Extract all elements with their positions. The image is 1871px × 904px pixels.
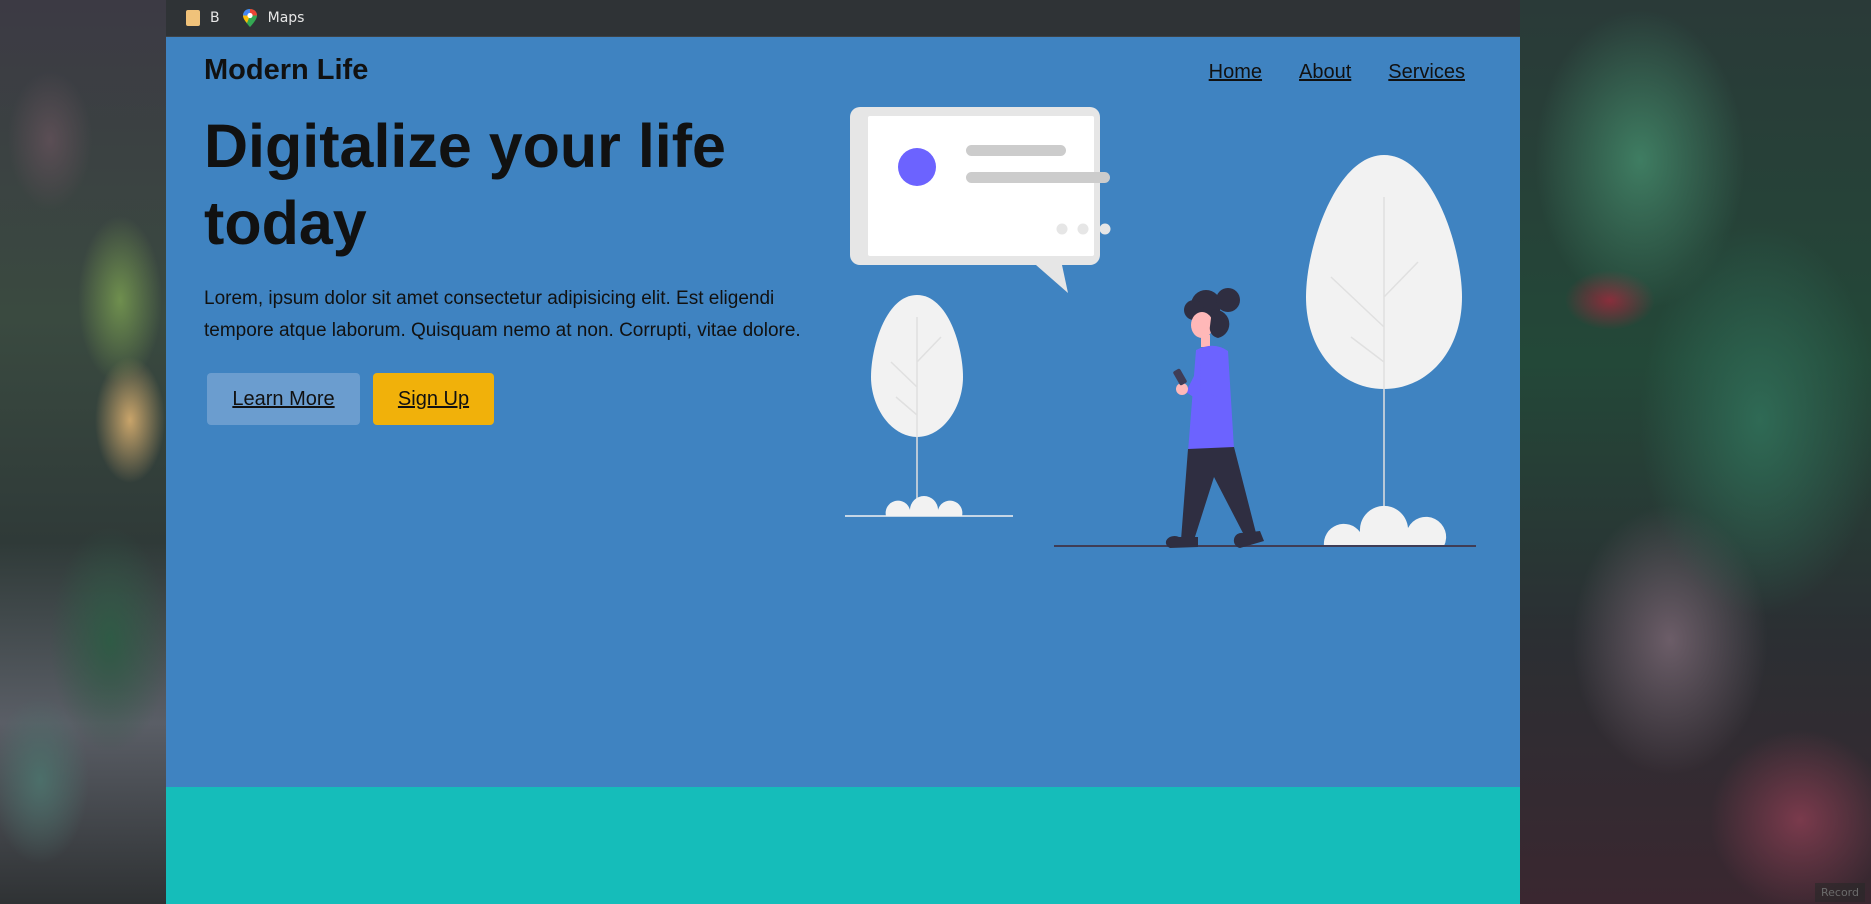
hero-headline: Digitalize your life today (204, 112, 726, 257)
bookmark-label: B (210, 10, 220, 26)
site-logo[interactable]: Modern Life (204, 54, 368, 87)
folder-icon (186, 10, 200, 26)
main-nav: Home About Services (1209, 61, 1465, 84)
browser-window: B Maps Modern Life Home About Services D… (166, 0, 1520, 904)
web-page: Modern Life Home About Services Digitali… (166, 37, 1520, 904)
woman-figure (1165, 288, 1264, 548)
desktop-wallpaper-left (0, 0, 166, 904)
sign-up-button[interactable]: Sign Up (373, 373, 494, 425)
large-tree (1306, 155, 1462, 546)
bookmark-label: Maps (267, 10, 305, 26)
nav-link-services[interactable]: Services (1388, 61, 1465, 84)
avatar-circle (898, 148, 936, 186)
hero-description: Lorem, ipsum dolor sit amet consectetur … (204, 288, 801, 341)
bookmark-b[interactable]: B (186, 10, 220, 26)
next-section-band (166, 787, 1520, 904)
nav-link-about[interactable]: About (1299, 61, 1351, 84)
screen-recorder-label[interactable]: Record (1814, 883, 1865, 902)
bookmarks-bar: B Maps (166, 0, 1520, 37)
small-tree (845, 295, 1013, 517)
nav-link-home[interactable]: Home (1209, 61, 1262, 84)
hero-section: Modern Life Home About Services Digitali… (166, 37, 1520, 787)
hero-illustration (845, 107, 1476, 548)
learn-more-button[interactable]: Learn More (207, 373, 360, 425)
chat-bubble-card (850, 107, 1111, 293)
bookmark-maps[interactable]: Maps (242, 9, 305, 27)
desktop-wallpaper-right: Record (1520, 0, 1871, 904)
maps-icon (242, 9, 257, 27)
